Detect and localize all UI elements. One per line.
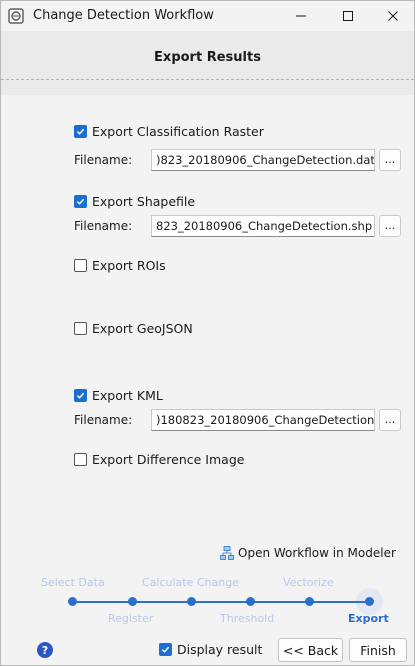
wizard-dot <box>128 597 137 606</box>
kml-browse-button[interactable]: ... <box>379 409 401 431</box>
option-label: Export ROIs <box>92 258 166 273</box>
export-rois-checkbox[interactable]: Export ROIs <box>74 258 166 273</box>
title-bar: Change Detection Workflow <box>1 1 414 31</box>
export-geojson-checkbox[interactable]: Export GeoJSON <box>74 321 193 336</box>
option-label: Export Shapefile <box>92 194 196 209</box>
close-button[interactable] <box>371 1 415 31</box>
minimize-icon <box>296 15 306 17</box>
checkbox-checked-icon <box>74 195 87 208</box>
wizard-dot <box>68 597 77 606</box>
option-label: Export Difference Image <box>92 452 245 467</box>
wizard-progress-line <box>72 601 369 603</box>
shapefile-filename-input[interactable]: 823_20180906_ChangeDetection.shp <box>151 215 375 237</box>
wizard-step-select-data: Select Data <box>41 576 105 589</box>
wizard-dot <box>246 597 255 606</box>
help-icon[interactable]: ? <box>37 642 53 658</box>
open-workflow-modeler-link[interactable]: Open Workflow in Modeler <box>220 546 396 560</box>
window-title: Change Detection Workflow <box>33 8 214 23</box>
wizard-dot <box>187 597 196 606</box>
display-result-checkbox[interactable]: Display result <box>159 642 262 657</box>
wizard-step-export: Export <box>348 612 389 625</box>
wizard-dot <box>305 597 314 606</box>
maximize-icon <box>343 11 353 21</box>
checkbox-unchecked-icon <box>74 453 87 466</box>
option-label: Export Classification Raster <box>92 124 264 139</box>
export-kml-checkbox[interactable]: Export KML <box>74 388 163 403</box>
wizard-step-vectorize: Vectorize <box>283 576 334 589</box>
kml-filename-input[interactable]: )180823_20180906_ChangeDetection <box>151 409 375 431</box>
filename-label: Filename: <box>74 219 133 233</box>
wizard-dot <box>365 597 374 606</box>
close-icon <box>388 11 398 21</box>
filename-label: Filename: <box>74 413 133 427</box>
minimize-button[interactable] <box>279 1 323 31</box>
classification-raster-browse-button[interactable]: ... <box>379 149 401 171</box>
app-icon <box>8 8 24 24</box>
classification-raster-filename-input[interactable]: )823_20180906_ChangeDetection.dat <box>151 149 375 171</box>
checkbox-unchecked-icon <box>74 259 87 272</box>
checkbox-checked-icon <box>74 125 87 138</box>
finish-button[interactable]: Finish <box>349 638 407 662</box>
filename-label: Filename: <box>74 153 133 167</box>
checkbox-unchecked-icon <box>74 322 87 335</box>
checkbox-checked-icon <box>74 389 87 402</box>
header-divider <box>1 79 414 80</box>
option-label: Export KML <box>92 388 163 403</box>
wizard-step-threshold: Threshold <box>220 612 275 625</box>
export-difference-image-checkbox[interactable]: Export Difference Image <box>74 452 244 467</box>
back-button[interactable]: << Back <box>278 638 343 662</box>
workflow-icon <box>220 546 234 560</box>
option-label: Export GeoJSON <box>92 321 193 336</box>
export-classification-raster-checkbox[interactable]: Export Classification Raster <box>74 124 264 139</box>
workflow-window: Change Detection Workflow Export Results… <box>0 0 415 666</box>
checkbox-checked-icon <box>159 643 172 656</box>
modeler-link-label: Open Workflow in Modeler <box>238 546 396 560</box>
shapefile-browse-button[interactable]: ... <box>379 215 401 237</box>
display-result-label: Display result <box>177 642 263 657</box>
page-title: Export Results <box>154 50 261 65</box>
maximize-button[interactable] <box>326 1 370 31</box>
export-shapefile-checkbox[interactable]: Export Shapefile <box>74 194 195 209</box>
wizard-step-calculate-change: Calculate Change <box>142 576 239 589</box>
wizard-step-register: Register <box>108 612 154 625</box>
